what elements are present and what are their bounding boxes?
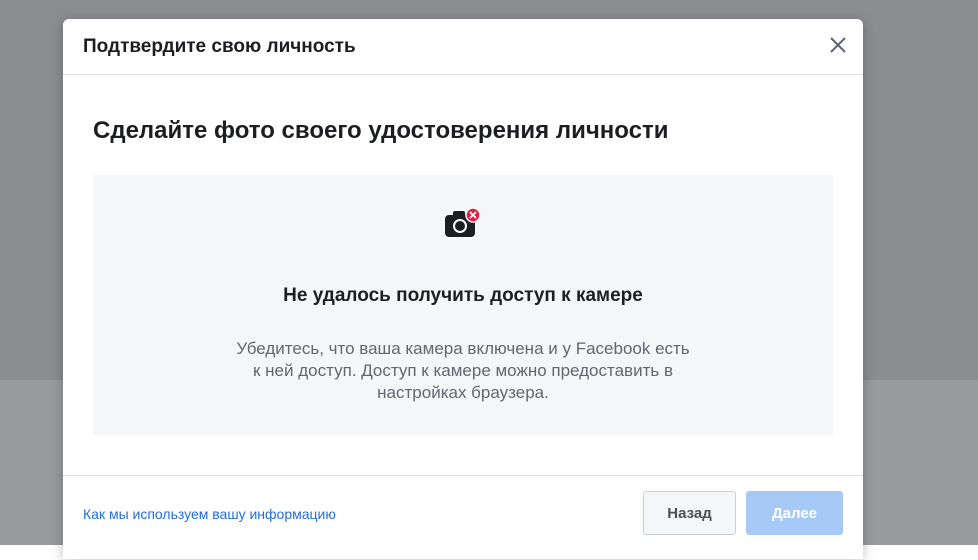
close-icon xyxy=(830,37,846,53)
section-title: Сделайте фото своего удостоверения лично… xyxy=(93,117,669,144)
camera-error-icon xyxy=(445,207,481,237)
close-button[interactable] xyxy=(827,34,849,56)
camera-panel: Не удалось получить доступ к камере Убед… xyxy=(93,175,833,435)
camera-error-title: Не удалось получить доступ к камере xyxy=(283,285,643,306)
back-button[interactable]: Назад xyxy=(643,491,736,535)
dialog-footer: Как мы используем вашу информацию Назад … xyxy=(63,475,863,560)
dialog-title: Подтвердите свою личность xyxy=(83,36,356,57)
camera-error-description: Убедитесь, что ваша камера включена и у … xyxy=(236,339,690,402)
verify-identity-dialog: Подтвердите свою личность Сделайте фото … xyxy=(63,19,863,559)
info-usage-link[interactable]: Как мы используем вашу информацию xyxy=(83,506,336,522)
next-button[interactable]: Далее xyxy=(746,491,843,535)
dialog-header: Подтвердите свою личность xyxy=(63,19,863,75)
